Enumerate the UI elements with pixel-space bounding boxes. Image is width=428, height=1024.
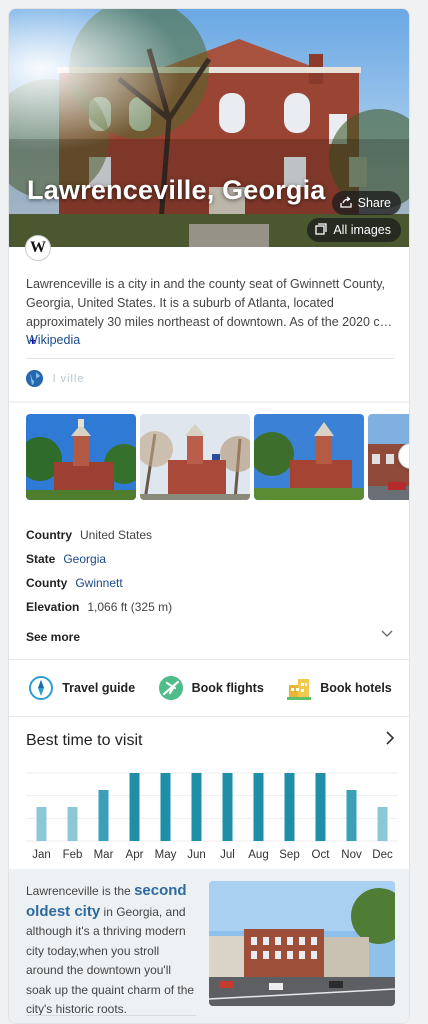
hotel-icon [286,675,312,701]
chart-tick-label: Apr [126,849,144,861]
chart-bar-sep [284,773,295,841]
chart-bar-mar [98,790,109,841]
chart-tick-label: Sep [279,849,299,861]
travel-guide-button[interactable]: Travel guide [28,675,135,701]
photo-thumbnail[interactable] [26,414,136,500]
photo-thumbnail[interactable] [140,414,250,500]
fact-key: County [26,576,68,590]
chart-tick-label: Mar [94,849,114,861]
chart-bar-dec [377,807,388,841]
chart-tick-label: Jun [187,849,206,861]
photo-thumbnail[interactable] [254,414,364,500]
chart-tick-label: Dec [372,849,393,861]
book-hotels-label: Book hotels [320,681,392,695]
share-icon [339,195,352,211]
chart-tick-label: Jul [220,849,235,861]
chevron-down-icon[interactable] [381,629,393,641]
chart-tick-label: Nov [341,849,362,861]
hero-image[interactable]: Lawrenceville, Georgia Share All images [9,9,409,247]
fact-key: Country [26,528,72,542]
place-title: Lawrenceville, Georgia [27,175,326,205]
travel-guide-label: Travel guide [62,681,136,695]
chart-bar-aug [253,773,264,841]
chart-bar-may [160,773,171,841]
chart-bar-nov [346,790,357,841]
chart-bar-feb [67,807,78,841]
fact-value: 1,066 ft (325 m) [87,600,173,614]
wikipedia-logo-icon: W [25,235,51,261]
globe-icon [26,370,43,387]
fact-row: Country United States [26,528,152,542]
divider [26,358,394,359]
photo-carousel [26,414,409,500]
chart-bar-apr [129,773,140,841]
chart-bar-oct [315,773,326,841]
plane-icon [158,675,184,701]
chart-tick-label: Feb [63,849,83,861]
divider [26,1015,196,1016]
best-time-title: Best time to visit [26,732,143,749]
chart-bar-jul [222,773,233,841]
book-flights-label: Book flights [191,681,264,695]
images-icon [315,222,327,238]
chart-bar-jun [191,773,202,841]
fact-value-link[interactable]: Gwinnett [75,576,122,590]
share-label: Share [357,196,391,210]
best-time-chart: Jan Feb Mar Apr May Jun Jul Aug Sep Oct Nov Dec [26,772,398,861]
description-text: Lawrenceville is a city in and the count… [26,277,393,329]
book-hotels-button[interactable]: Book hotels [286,675,392,701]
promo-text: Lawrenceville is the second oldest city … [26,881,196,1020]
fact-row: County Gwinnett [26,576,123,590]
action-bar: Travel guide Book flights Book hotels [9,659,409,717]
chevron-right-icon: › [409,448,410,464]
fact-key: Elevation [26,600,80,614]
promo-text-pre: Lawrenceville is the [26,884,135,898]
chart-bar-jan [36,807,47,841]
website-url: l ville [53,372,85,385]
description: Lawrenceville is a city in and the count… [26,275,394,351]
fact-value-link[interactable]: Georgia [63,552,106,566]
fact-row: Elevation 1,066 ft (325 m) [26,600,172,614]
fact-row: State Georgia [26,552,106,566]
chart-tick-label: Jan [32,849,51,861]
section-divider [9,401,409,403]
website-link[interactable]: l ville [26,370,84,387]
see-more-button[interactable]: See more [26,630,80,644]
promo-image[interactable] [209,881,395,1006]
compass-icon [28,675,54,701]
chart-tick-label: Aug [248,849,268,861]
fact-key: State [26,552,56,566]
wikipedia-link[interactable]: Wikipedia [26,333,80,347]
chart-tick-label: Oct [312,849,331,861]
fact-value: United States [80,528,153,542]
book-flights-button[interactable]: Book flights [158,675,264,701]
knowledge-card: Lawrenceville, Georgia Share All images … [8,8,410,1024]
share-button[interactable]: Share [331,191,401,215]
promo-text-post: in Georgia, and although it's a thriving… [26,904,195,1017]
all-images-label: All images [333,223,391,237]
chevron-right-icon[interactable] [385,731,395,750]
all-images-button[interactable]: All images [307,218,401,242]
chart-tick-label: May [155,849,177,861]
